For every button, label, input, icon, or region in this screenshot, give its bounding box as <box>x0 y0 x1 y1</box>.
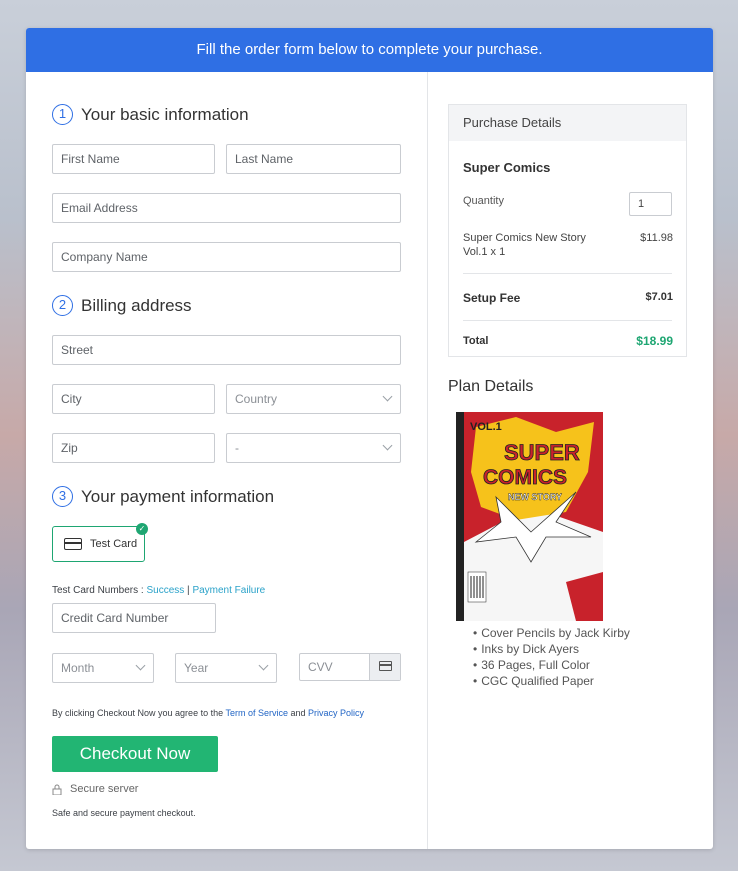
quantity-label: Quantity <box>463 195 504 207</box>
item-price: $11.98 <box>640 232 673 244</box>
plan-details-title: Plan Details <box>448 378 534 395</box>
credit-card-icon <box>379 661 392 671</box>
purchase-details-header: Purchase Details <box>449 105 686 141</box>
step-number: 3 <box>52 486 73 507</box>
payment-failure-link[interactable]: Payment Failure <box>192 585 265 596</box>
item-description: Super Comics New Story Vol.1 x 1 <box>463 232 586 258</box>
total-price: $18.99 <box>636 334 673 348</box>
section-basic-header: 1 Your basic information <box>52 104 249 125</box>
success-link[interactable]: Success <box>146 585 184 596</box>
secure-server: Secure server <box>52 783 138 795</box>
card-number-field[interactable]: Credit Card Number <box>52 603 216 633</box>
plan-features: Cover Pencils by Jack Kirby Inks by Dick… <box>473 625 630 689</box>
terms-and: and <box>287 708 308 718</box>
checkout-button[interactable]: Checkout Now <box>52 736 218 772</box>
feature-item: CGC Qualified Paper <box>473 673 630 689</box>
lock-icon <box>52 784 62 795</box>
section-payment-header: 3 Your payment information <box>52 486 274 507</box>
setup-fee-price: $7.01 <box>645 291 673 303</box>
comic-cover-image: VOL.1 SUPER COMICS NEW STORY <box>456 412 603 621</box>
privacy-policy-link[interactable]: Privacy Policy <box>308 708 364 718</box>
chevron-down-icon <box>382 391 393 402</box>
section-title: Your basic information <box>81 104 249 124</box>
zip-field[interactable]: Zip <box>52 433 215 463</box>
cvv-placeholder: CVV <box>308 660 333 674</box>
first-name-field[interactable]: First Name <box>52 144 215 174</box>
payment-method-test-card[interactable]: Test Card <box>52 526 145 562</box>
payment-method-label: Test Card <box>90 538 138 550</box>
year-select-label: Year <box>184 661 209 675</box>
total-label: Total <box>463 335 489 347</box>
test-card-label: Test Card Numbers : <box>52 585 147 596</box>
feature-item: 36 Pages, Full Color <box>473 657 630 673</box>
cover-super: SUPER <box>504 440 580 465</box>
state-select[interactable]: - <box>226 433 401 463</box>
last-name-field[interactable]: Last Name <box>226 144 401 174</box>
company-field[interactable]: Company Name <box>52 242 401 272</box>
section-title: Billing address <box>81 295 192 315</box>
country-select-label: Country <box>235 392 278 406</box>
checkout-card: Fill the order form below to complete yo… <box>26 28 713 849</box>
month-select-label: Month <box>61 661 95 675</box>
cover-comics: COMICS <box>483 466 567 489</box>
comic-cover-art: VOL.1 SUPER COMICS NEW STORY <box>456 412 603 621</box>
item-line-2: Vol.1 x 1 <box>463 246 506 258</box>
setup-fee-label: Setup Fee <box>463 291 521 305</box>
item-line-1: Super Comics New Story <box>463 232 586 244</box>
check-icon: ✓ <box>136 523 148 535</box>
credit-card-icon <box>64 538 82 550</box>
column-divider <box>427 72 428 849</box>
terms-of-service-link[interactable]: Term of Service <box>225 708 288 718</box>
cvv-addon <box>369 654 400 680</box>
chevron-down-icon <box>258 660 269 671</box>
separator <box>463 320 672 321</box>
separator <box>463 273 672 274</box>
street-field[interactable]: Street <box>52 335 401 365</box>
quantity-field[interactable]: 1 <box>629 192 672 216</box>
chevron-down-icon <box>135 660 146 671</box>
terms-prefix: By clicking Checkout Now you agree to th… <box>52 708 226 718</box>
step-number: 1 <box>52 104 73 125</box>
test-card-numbers: Test Card Numbers : Success | Payment Fa… <box>52 585 265 596</box>
safe-text: Safe and secure payment checkout. <box>52 808 196 818</box>
section-billing-header: 2 Billing address <box>52 295 192 316</box>
chevron-down-icon <box>382 440 393 451</box>
product-name: Super Comics <box>463 160 551 175</box>
state-select-label: - <box>235 441 239 455</box>
secure-label: Secure server <box>70 783 139 795</box>
terms-text: By clicking Checkout Now you agree to th… <box>52 708 364 718</box>
email-field[interactable]: Email Address <box>52 193 401 223</box>
cvv-field[interactable]: CVV <box>299 653 401 681</box>
city-field[interactable]: City <box>52 384 215 414</box>
section-title: Your payment information <box>81 486 275 506</box>
banner: Fill the order form below to complete yo… <box>26 28 713 72</box>
step-number: 2 <box>52 295 73 316</box>
cover-vol: VOL.1 <box>470 421 502 433</box>
feature-item: Inks by Dick Ayers <box>473 641 630 657</box>
month-select[interactable]: Month <box>52 653 154 683</box>
country-select[interactable]: Country <box>226 384 401 414</box>
cover-story: NEW STORY <box>508 492 562 502</box>
year-select[interactable]: Year <box>175 653 277 683</box>
feature-item: Cover Pencils by Jack Kirby <box>473 625 630 641</box>
purchase-details: Purchase Details Super Comics Quantity 1… <box>448 104 687 357</box>
